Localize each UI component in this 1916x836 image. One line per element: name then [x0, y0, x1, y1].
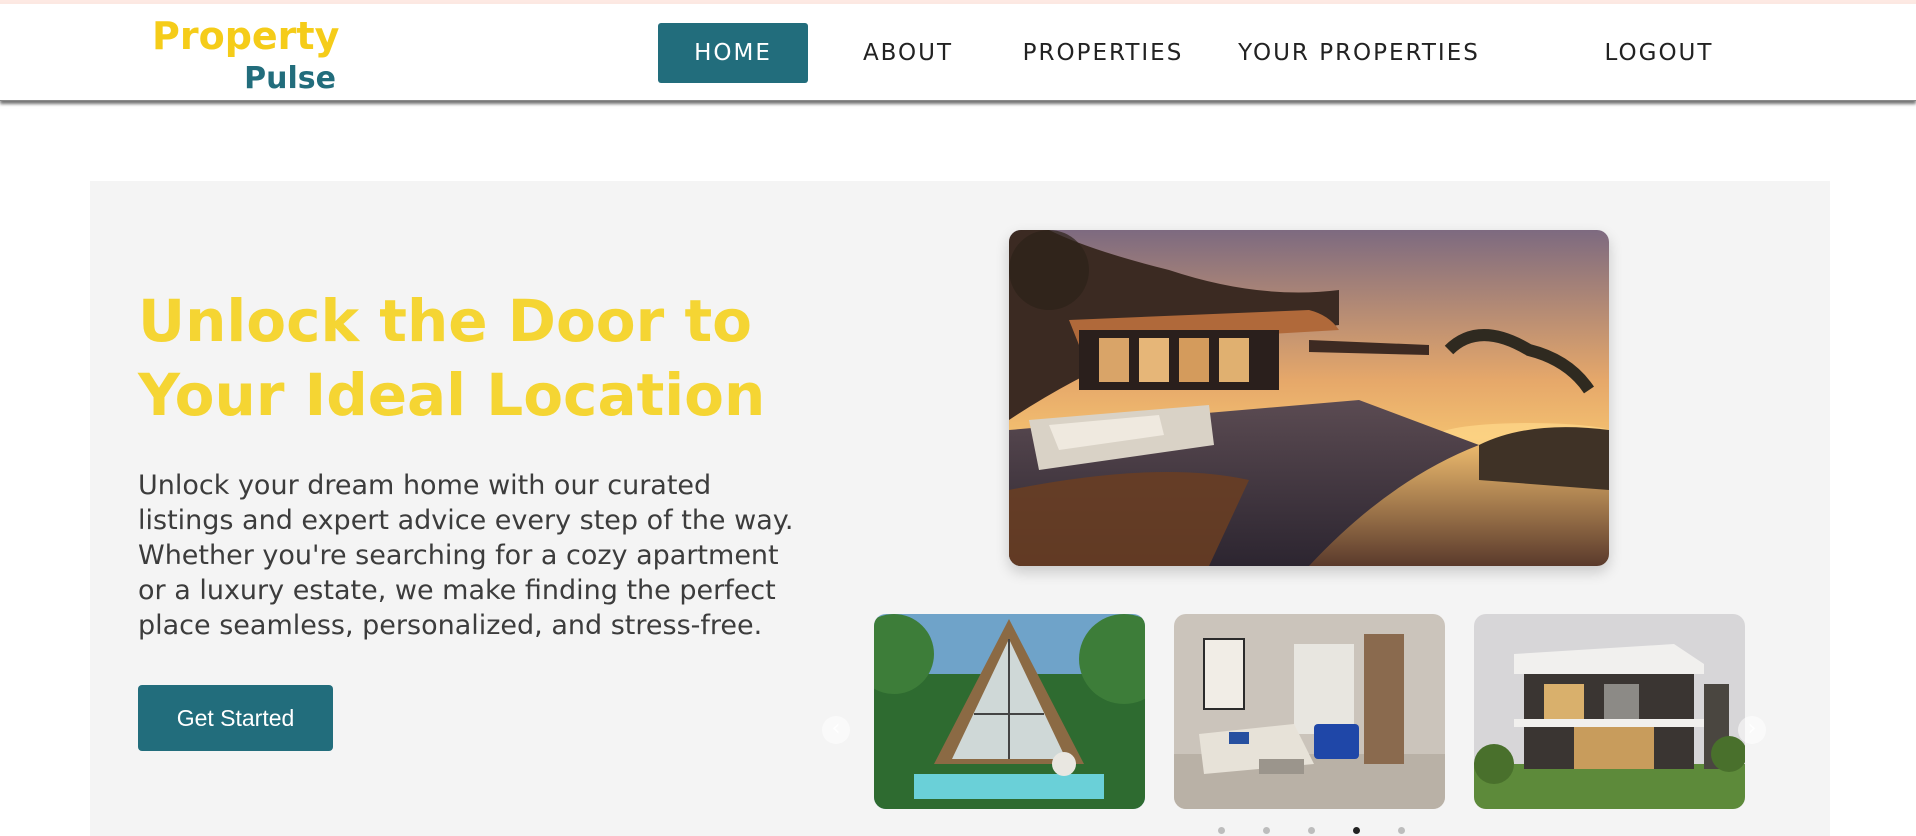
carousel-prev-button[interactable]: ‹ [822, 716, 850, 744]
property-thumbnail[interactable] [1474, 614, 1745, 809]
carousel-dot[interactable] [1263, 827, 1270, 834]
hero-description: Unlock your dream home with our curated … [138, 468, 838, 643]
hero-text-line-4: or a luxury estate, we make finding the … [138, 575, 776, 606]
logo-word-property: Property [152, 14, 340, 58]
carousel-next-button[interactable]: › [1738, 716, 1766, 744]
logo-word-pulse: Pulse [244, 61, 336, 96]
nav-properties[interactable]: PROPERTIES [1008, 23, 1198, 83]
carousel-dot[interactable] [1398, 827, 1405, 834]
get-started-button[interactable]: Get Started [138, 685, 333, 751]
hero-title-line-2: Your Ideal Location [138, 361, 766, 429]
chevron-right-icon: › [1747, 716, 1757, 741]
carousel-dots [1218, 827, 1418, 836]
nav-logout[interactable]: LOGOUT [1594, 23, 1724, 83]
hero-text-line-3: Whether you're searching for a cozy apar… [138, 540, 779, 571]
nav-about[interactable]: ABOUT [838, 23, 978, 83]
carousel-dot-active[interactable] [1353, 827, 1360, 834]
featured-property-image [1009, 230, 1609, 566]
chevron-left-icon: ‹ [831, 716, 841, 741]
hero-title: Unlock the Door to Your Ideal Location [138, 284, 778, 432]
hero-title-line-1: Unlock the Door to [138, 287, 753, 355]
carousel-dot[interactable] [1308, 827, 1315, 834]
property-thumbnail[interactable] [874, 614, 1145, 809]
nav-your-properties[interactable]: YOUR PROPERTIES [1224, 23, 1494, 83]
hero-text-line-5: place seamless, personalized, and stress… [138, 610, 763, 641]
carousel-dot[interactable] [1218, 827, 1225, 834]
property-thumbnail[interactable] [1174, 614, 1445, 809]
hero-text-line-1: Unlock your dream home with our curated [138, 470, 712, 501]
site-header: Property Pulse HOME ABOUT PROPERTIES YOU… [0, 4, 1916, 101]
hero-section: Unlock the Door to Your Ideal Location U… [90, 181, 1830, 836]
logo[interactable]: Property Pulse [152, 12, 342, 102]
hero-text-line-2: listings and expert advice every step of… [138, 505, 794, 536]
nav-home[interactable]: HOME [658, 23, 808, 83]
